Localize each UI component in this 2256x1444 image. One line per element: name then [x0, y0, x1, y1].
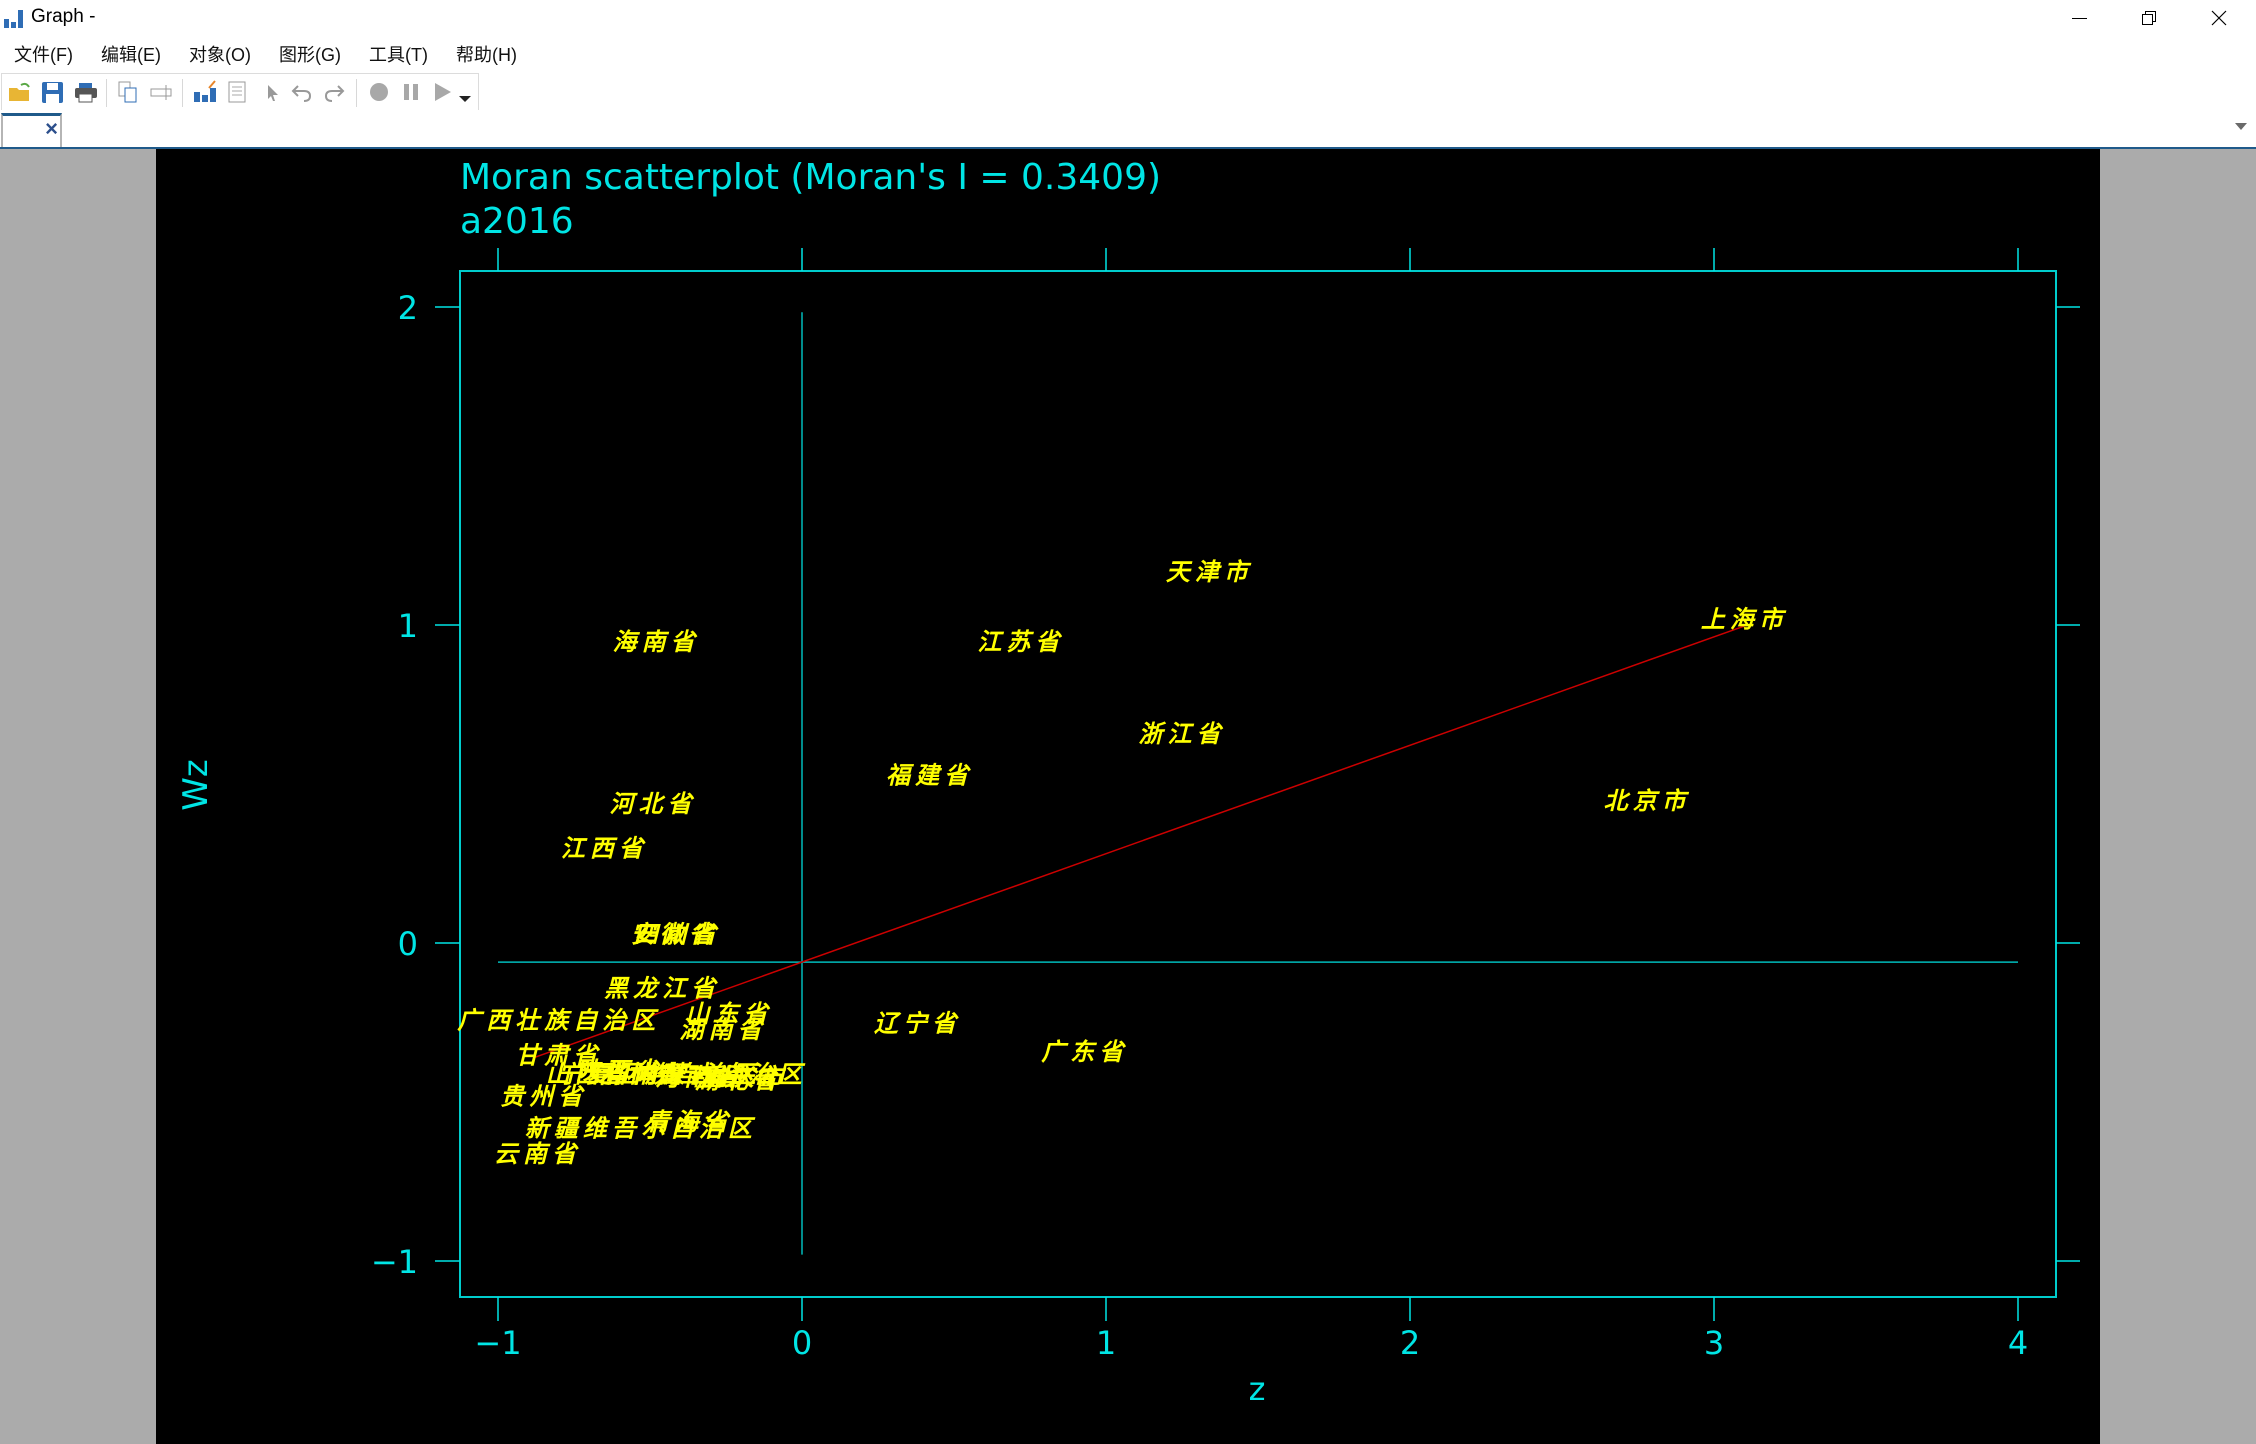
chart-subtitle: a2016: [460, 201, 574, 242]
point-label: 新疆维吾尔自治区: [525, 1114, 757, 1142]
point-label: 广东省: [1041, 1038, 1128, 1066]
point-label: 辽宁省: [874, 1010, 961, 1038]
point-label: 贵州省: [500, 1083, 587, 1111]
x-tick-label: 4: [2008, 1324, 2028, 1362]
point-label: 海南省: [613, 628, 700, 656]
x-tick-label: −1: [474, 1324, 521, 1362]
point-label: 重庆市: [701, 1064, 788, 1092]
point-label: 江苏省: [977, 628, 1064, 656]
point-label: 北京市: [1604, 787, 1691, 815]
x-tick-label: 2: [1400, 1324, 1420, 1362]
point-label: 天津市: [1166, 558, 1253, 586]
point-label: 福建省: [886, 761, 973, 789]
x-tick-label: 3: [1704, 1324, 1724, 1362]
x-tick-label: 0: [792, 1324, 812, 1362]
point-label: 黑龙江省: [604, 975, 720, 1003]
y-tick-label: 2: [398, 289, 418, 327]
point-label: 上海市: [1701, 606, 1788, 634]
chart-title: Moran scatterplot (Moran's I = 0.3409): [460, 157, 1161, 198]
y-axis-label: Wz: [176, 759, 216, 810]
plot-frame: [459, 270, 2057, 1298]
point-label: 河北省: [610, 790, 697, 818]
point-label: 江西省: [561, 835, 648, 863]
point-label: 浙江省: [1139, 720, 1226, 748]
point-label: 广西壮族自治区: [457, 1006, 660, 1034]
y-tick-label: 1: [398, 607, 418, 645]
x-tick-label: 1: [1096, 1324, 1116, 1362]
point-label: 湖南省: [679, 1016, 766, 1044]
y-tick-label: −1: [371, 1243, 418, 1281]
point-label: 四川省: [634, 920, 721, 948]
moran-scatterplot: Moran scatterplot (Moran's I = 0.3409) a…: [176, 157, 2080, 1408]
x-axis-label: z: [1249, 1370, 1266, 1408]
point-label: 云南省: [494, 1140, 581, 1168]
y-tick-label: 0: [398, 925, 418, 963]
